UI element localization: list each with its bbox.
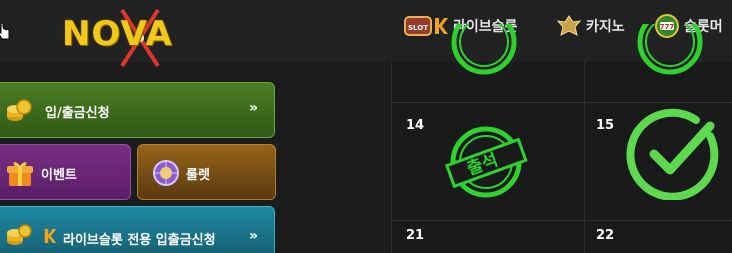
svg-text:SLOT: SLOT [408, 24, 428, 32]
grid-line [390, 220, 732, 221]
attendance-calendar: 14 출석 15 21 22 [390, 24, 732, 253]
roulette-icon [152, 159, 180, 187]
grid-line [391, 62, 392, 253]
casino-crest-icon [556, 13, 582, 39]
day-number: 21 [406, 228, 425, 243]
day-number: 14 [406, 118, 425, 133]
nav-casino[interactable]: 카지노 [556, 12, 625, 40]
day-number: 15 [596, 118, 615, 133]
grid-line [390, 102, 732, 103]
attendance-stamp: 출석 [440, 122, 532, 202]
hand-cursor-icon [0, 22, 10, 40]
top-bar: NOVA SLOT 라이브슬롯 카지노 777 슬롯머 [0, 0, 732, 68]
logo-text: NOVA [62, 14, 173, 54]
check-circle-icon [626, 108, 719, 200]
event-button[interactable]: 이벤트 [0, 144, 131, 200]
live-slot-deposit-button[interactable]: 라이브슬롯 전용 입출금신청 » [0, 206, 275, 253]
gift-icon [6, 158, 34, 188]
day-number: 22 [596, 228, 615, 243]
slot-badge-icon: SLOT [403, 13, 437, 39]
site-logo[interactable]: NOVA [62, 4, 204, 70]
deposit-withdraw-label: 입/출금신청 [45, 106, 110, 121]
deposit-withdraw-button[interactable]: 입/출금신청 » [0, 82, 275, 138]
coins-k-icon [6, 221, 32, 249]
chevron-right-icon: » [249, 100, 259, 116]
attendance-stamp-icon [451, 24, 517, 75]
live-slot-deposit-label: 라이브슬롯 전용 입출금신청 [63, 233, 216, 248]
chevron-right-icon: » [249, 228, 259, 244]
roulette-label: 룰렛 [186, 168, 210, 183]
grid-line [584, 62, 585, 253]
nav-casino-label: 카지노 [586, 19, 625, 35]
event-label: 이벤트 [41, 168, 77, 183]
k-icon [43, 227, 57, 245]
coins-icon [6, 95, 32, 125]
page: NOVA SLOT 라이브슬롯 카지노 777 슬롯머 입/출금신청 » 이벤트… [0, 0, 732, 253]
attendance-stamp-icon [637, 24, 703, 75]
roulette-button[interactable]: 룰렛 [137, 144, 276, 200]
